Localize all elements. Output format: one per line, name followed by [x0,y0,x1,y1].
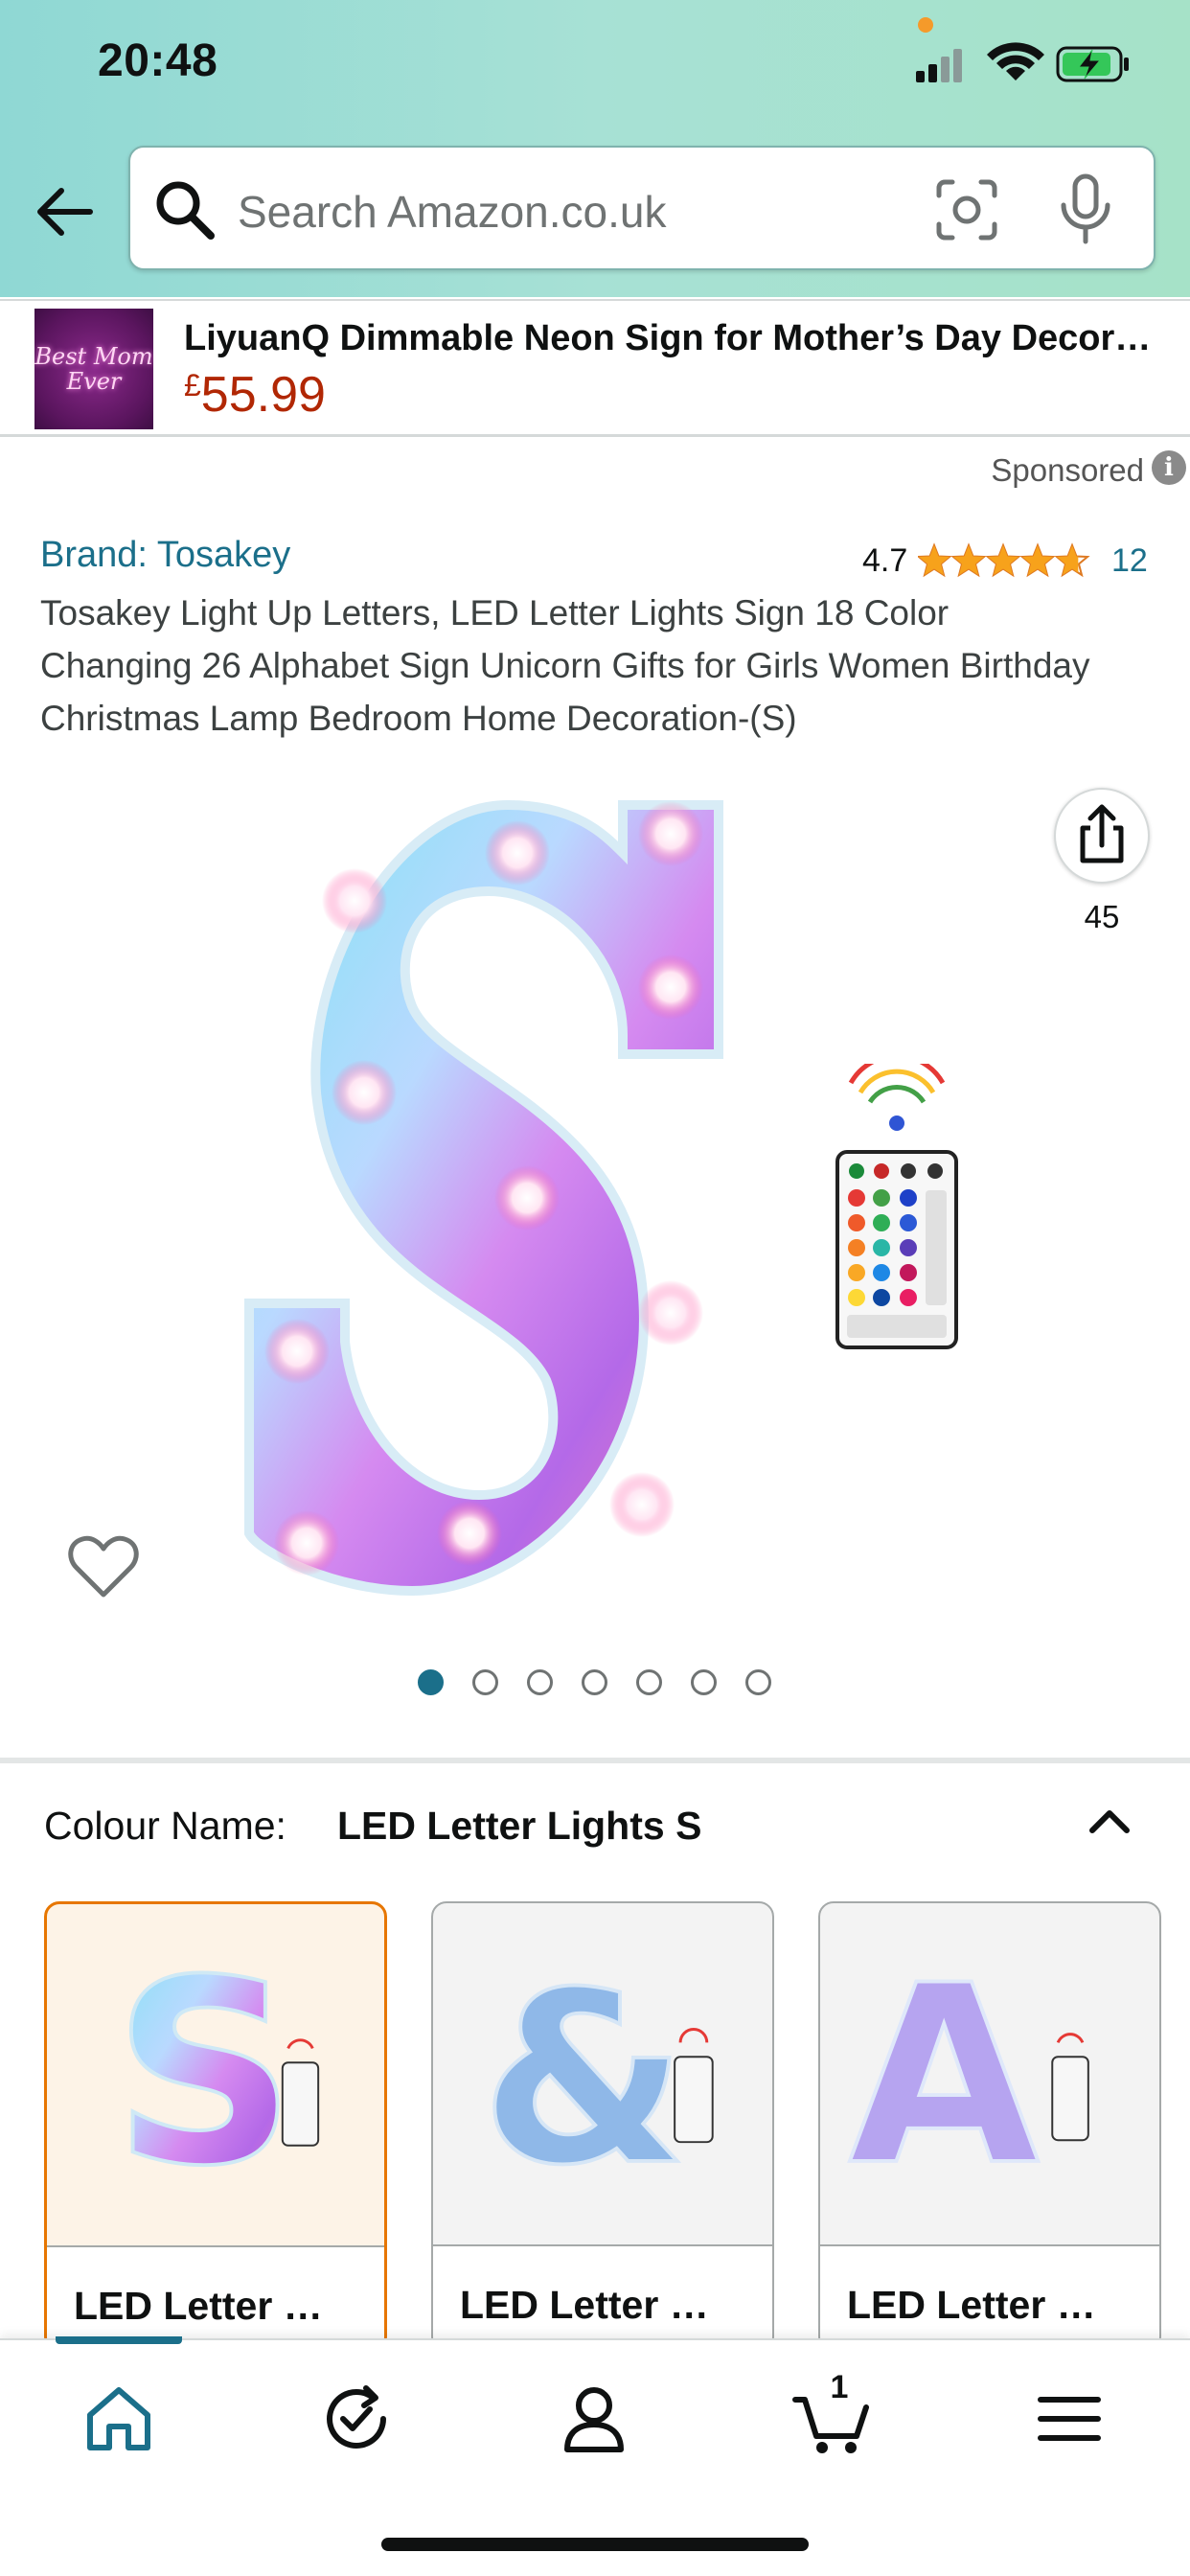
microphone-icon[interactable] [1052,172,1119,245]
ad-product-price: £55.99 [184,366,326,424]
home-indicator [381,2538,809,2551]
battery-charging-icon [1056,46,1129,82]
carousel-dot[interactable] [527,1669,553,1695]
swatch-image-a: A [847,1930,1089,2221]
share-button[interactable] [1054,788,1150,884]
swatch-glyph: S [113,1925,296,2221]
search-icon [156,181,215,240]
colour-name-label: Colour Name: [44,1804,286,1848]
swatch-label: LED Letter … [433,2244,772,2350]
share-icon [1080,804,1124,863]
carousel-dot[interactable] [472,1669,498,1695]
swatch-glyph: A [849,1932,1041,2220]
carousel-dot[interactable] [745,1669,771,1695]
search-input[interactable]: Search Amazon.co.uk [238,186,666,238]
star-rating[interactable] [918,539,1090,581]
privacy-indicator-dot [918,17,933,33]
product-main-image[interactable] [220,767,795,1620]
back-arrow-icon[interactable] [31,178,98,245]
home-icon[interactable] [79,2379,159,2459]
swatch-glyph: & [480,1943,687,2218]
colour-swatch-ampersand[interactable]: & LED Letter … [431,1901,774,2352]
carousel-dot[interactable] [691,1669,717,1695]
orders-refresh-icon[interactable] [316,2379,397,2459]
colour-swatch-a[interactable]: A LED Letter … [818,1901,1161,2352]
colour-swatch-s[interactable]: S LED Letter … [44,1901,387,2352]
brand-link[interactable]: Brand: Tosakey [40,535,290,576]
wifi-icon [987,42,1044,80]
sponsored-product-banner[interactable]: Best Mom Ever LiyuanQ Dimmable Neon Sign… [0,299,1190,437]
cart-count-badge: 1 [830,2369,849,2405]
carousel-dot[interactable] [582,1669,607,1695]
swatch-image-s: S [111,1923,320,2223]
chevron-up-icon[interactable] [1083,1794,1136,1848]
image-carousel-dots[interactable] [418,1669,771,1696]
ad-price-currency: £ [184,368,201,402]
swatch-label: LED Letter … [820,2244,1159,2350]
menu-icon[interactable] [1029,2379,1110,2459]
rating-value: 4.7 [862,542,908,579]
status-time: 20:48 [98,35,218,86]
rating-count-link[interactable]: 12 [1111,542,1148,580]
search-bar[interactable]: Search Amazon.co.uk [128,146,1156,270]
carousel-dot[interactable] [636,1669,662,1695]
share-count: 45 [1084,899,1120,934]
active-tab-indicator [56,2336,182,2344]
info-icon[interactable]: i [1152,450,1186,485]
camera-scan-icon[interactable] [933,176,1000,243]
product-title: Tosakey Light Up Letters, LED Letter Lig… [40,593,1090,738]
status-icons [916,42,1129,82]
ad-thumbnail-neon-text: Best Mom Ever [34,343,153,395]
account-icon[interactable] [554,2379,634,2459]
swatch-image-ampersand: & [478,1941,714,2220]
top-header: 20:48 Search Amazon.co.uk [0,0,1190,297]
ad-product-title[interactable]: LiyuanQ Dimmable Neon Sign for Mother’s … [184,318,1171,359]
colour-name-value: LED Letter Lights S [337,1804,702,1848]
ad-product-thumbnail[interactable]: Best Mom Ever [34,309,153,429]
section-divider [0,1758,1190,1763]
ad-price-amount: 55.99 [200,367,326,423]
carousel-dot[interactable] [418,1669,444,1695]
remote-control-image [835,1064,958,1349]
cellular-signal-icon [916,49,962,82]
wishlist-heart-icon[interactable] [67,1533,140,1600]
sponsored-label: Sponsored [991,452,1144,488]
